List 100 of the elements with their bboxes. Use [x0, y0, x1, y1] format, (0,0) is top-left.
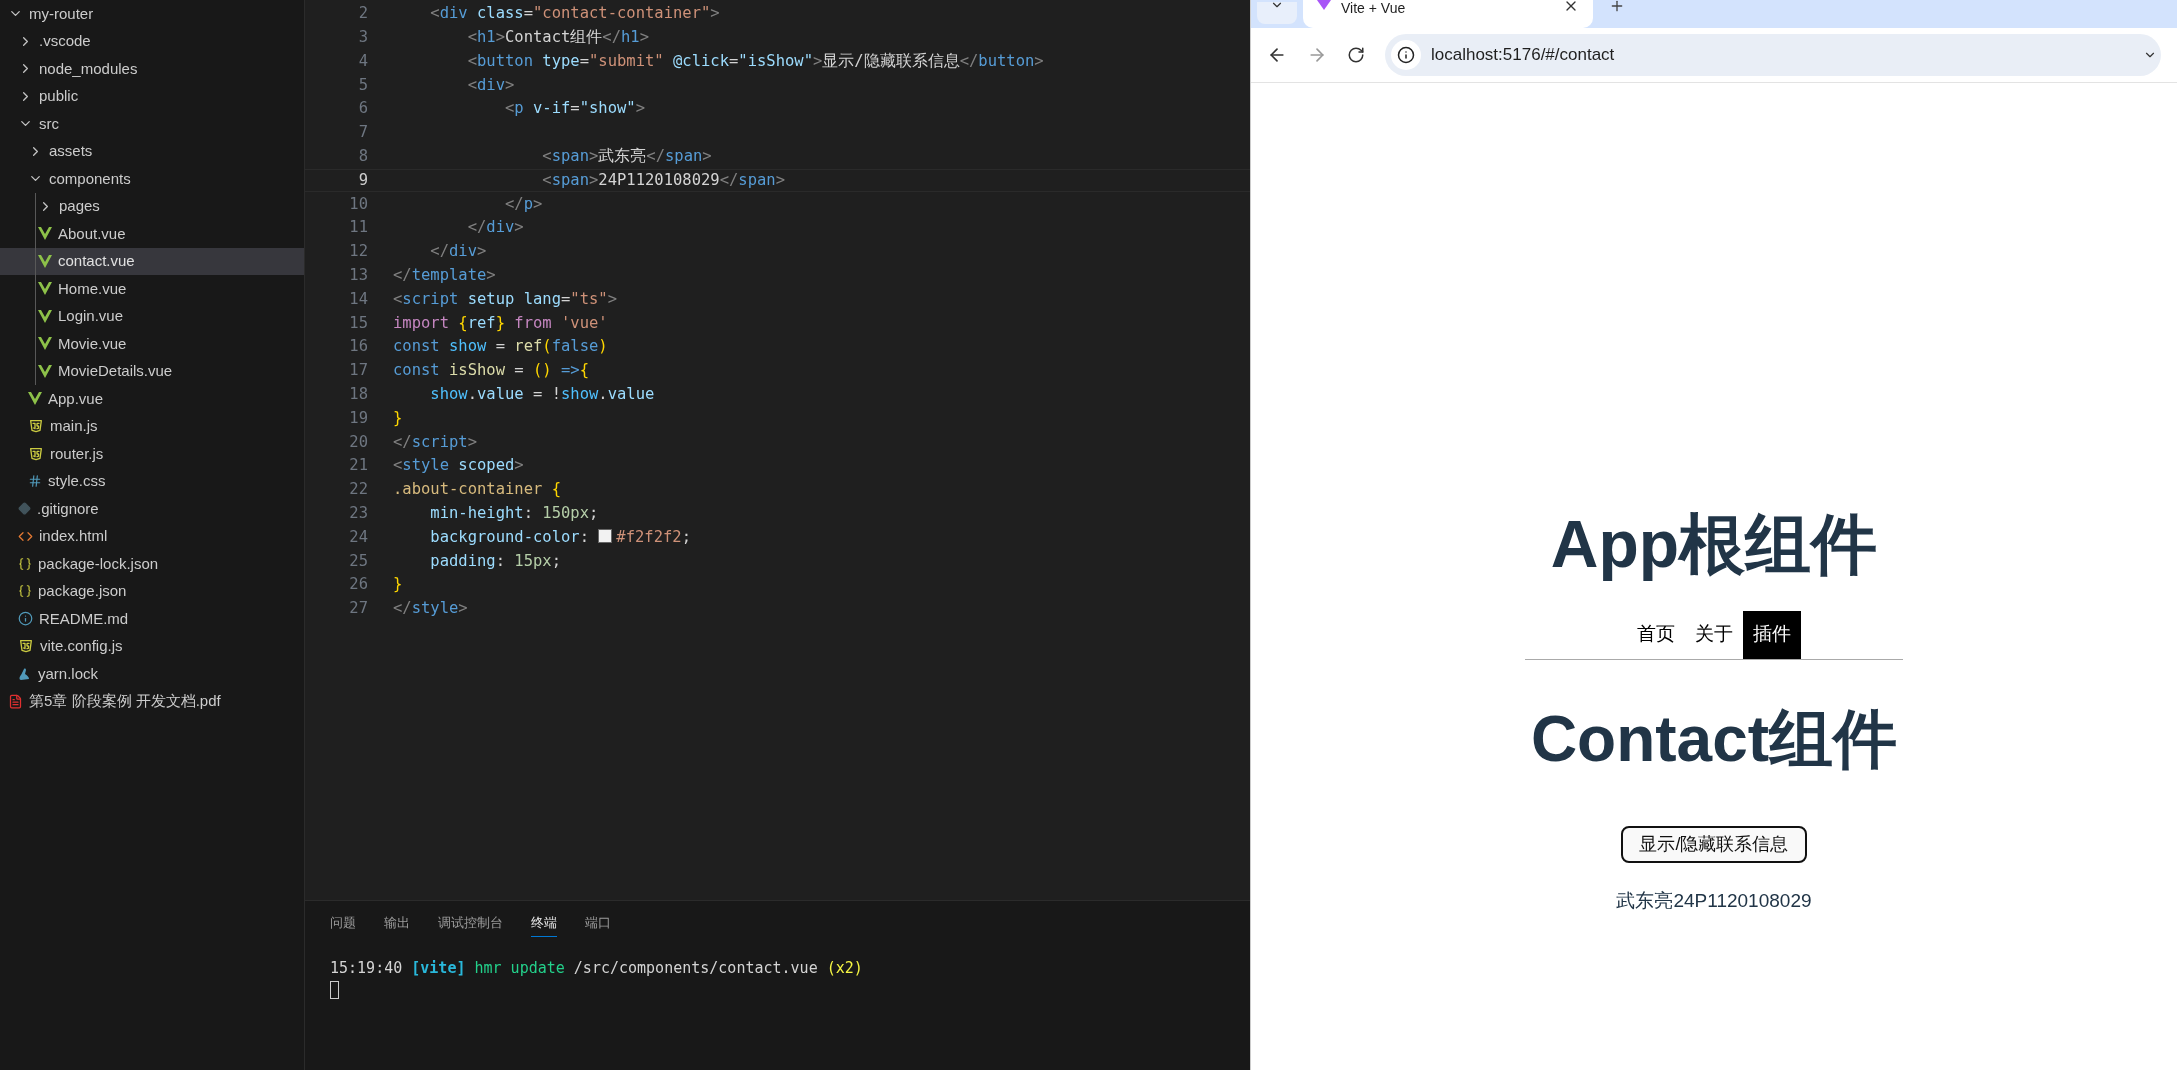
toggle-contact-button[interactable]: 显示/隐藏联系信息 — [1621, 826, 1807, 863]
line-number: 24 — [348, 526, 368, 548]
folder-item[interactable]: public — [0, 82, 304, 110]
line-number: 8 — [357, 146, 368, 168]
file-item[interactable]: router.js — [0, 440, 304, 468]
diamond-file-icon — [18, 502, 31, 516]
code-line: import {ref} from 'vue' — [393, 312, 608, 334]
code-line: <h1>Contact组件</h1> — [466, 27, 650, 49]
file-item[interactable]: contact.vue — [0, 247, 304, 275]
code-line: <div> — [466, 74, 515, 96]
yarn-file-icon — [18, 666, 32, 681]
file-item[interactable]: .gitignore — [0, 495, 304, 523]
vue-file-icon — [38, 309, 52, 323]
reload-icon[interactable] — [1347, 46, 1365, 64]
file-item[interactable]: package-lock.json — [0, 550, 304, 578]
nav-link[interactable]: 插件 — [1743, 610, 1801, 659]
vue-file-icon — [38, 227, 52, 241]
app-title: App根组件 — [1550, 508, 1878, 581]
braces-file-icon — [18, 556, 32, 571]
code-line: <div class="contact-container"> — [429, 3, 720, 25]
line-number: 27 — [348, 598, 368, 620]
line-number: 26 — [348, 574, 368, 596]
code-line: min-height: 150px; — [429, 503, 599, 524]
file-item[interactable]: Home.vue — [0, 275, 304, 303]
folder-item[interactable]: my-router — [0, 0, 304, 28]
javascript-file-icon — [18, 638, 34, 655]
code-line: </div> — [429, 241, 487, 263]
code-line: <span>武东亮</span> — [541, 146, 712, 168]
nav-link[interactable]: 首页 — [1627, 610, 1685, 659]
code-line: show.value = !show.value — [429, 384, 655, 405]
line-number: 7 — [357, 122, 368, 144]
panel-tab[interactable]: 终端 — [531, 908, 557, 938]
javascript-file-icon — [28, 418, 44, 435]
line-number: 25 — [348, 550, 368, 572]
code-line: const show = ref(false) — [393, 336, 608, 358]
line-number: 17 — [348, 360, 368, 382]
code-line: } — [393, 407, 403, 429]
folder-item[interactable]: assets — [0, 137, 304, 165]
line-number: 11 — [348, 217, 368, 239]
panel-tab[interactable]: 问题 — [330, 908, 356, 938]
hash-file-icon — [28, 474, 42, 489]
file-item[interactable]: style.css — [0, 467, 304, 495]
site-info-icon[interactable] — [1391, 40, 1421, 70]
code-line: <p v-if="show"> — [503, 98, 646, 120]
terminal-line: 15:19:40 [vite] hmr update /src/components/contact.vue (x2) — [330, 958, 863, 979]
file-item[interactable]: package.json — [0, 577, 304, 605]
code-line: </div> — [466, 217, 524, 239]
address-bar[interactable]: localhost:5176/#/contact — [1385, 34, 2161, 76]
file-item[interactable]: MovieDetails.vue — [0, 357, 304, 385]
file-item[interactable]: Movie.vue — [0, 330, 304, 358]
code-line: </style> — [393, 598, 468, 620]
vue-file-icon — [38, 282, 52, 296]
file-item[interactable]: vite.config.js — [0, 632, 304, 660]
code-line: <script setup lang="ts"> — [393, 288, 617, 310]
line-number: 13 — [348, 265, 368, 287]
file-item[interactable]: Login.vue — [0, 302, 304, 330]
vue-file-icon — [28, 392, 42, 406]
line-number: 20 — [348, 431, 368, 453]
file-item[interactable]: index.html — [0, 522, 304, 550]
file-item[interactable]: About.vue — [0, 220, 304, 248]
pdf-file-icon — [8, 693, 23, 709]
panel-tab[interactable]: 端口 — [585, 908, 611, 938]
line-number: 16 — [348, 336, 368, 358]
braces-file-icon — [18, 584, 32, 599]
line-number: 18 — [348, 384, 368, 405]
line-number: 23 — [348, 503, 368, 524]
contact-heading: Contact组件 — [1530, 703, 1898, 774]
panel-tab[interactable]: 输出 — [384, 908, 410, 938]
file-item[interactable]: App.vue — [0, 385, 304, 413]
line-number: 12 — [348, 241, 368, 263]
browser-tab[interactable]: Vite + Vue — [1303, 0, 1593, 28]
folder-item[interactable]: .vscode — [0, 27, 304, 55]
file-item[interactable]: main.js — [0, 412, 304, 440]
code-line: } — [393, 574, 403, 596]
line-number: 15 — [348, 312, 368, 334]
code-line: <button type="submit" @click="isShow">显示/隐藏联系信息</button> — [466, 50, 1044, 72]
folder-item[interactable]: node_modules — [0, 55, 304, 83]
vue-file-icon — [38, 254, 52, 268]
code-line: </p> — [503, 193, 543, 215]
file-item[interactable]: 第5章 阶段案例 开发文档.pdf — [0, 687, 304, 715]
code-line: <span>24P1120108029</span> — [541, 169, 785, 191]
code-line: background-color: #f2f2f2; — [429, 526, 691, 548]
terminal-cursor-icon — [330, 981, 339, 999]
vite-logo-icon — [1317, 0, 1331, 10]
line-number: 2 — [357, 3, 368, 25]
info-file-icon — [18, 611, 33, 627]
new-tab-icon[interactable] — [1609, 0, 1625, 14]
file-item[interactable]: README.md — [0, 605, 304, 633]
vue-file-icon — [38, 364, 52, 378]
file-item[interactable]: yarn.lock — [0, 660, 304, 688]
folder-item[interactable]: pages — [0, 192, 304, 220]
folder-item[interactable]: src — [0, 110, 304, 138]
line-number: 21 — [348, 455, 368, 477]
nav-link[interactable]: 关于 — [1685, 610, 1743, 659]
line-number: 6 — [357, 98, 368, 120]
code-line: <style scoped> — [393, 455, 524, 477]
color-swatch-icon — [598, 528, 613, 543]
folder-item[interactable]: components — [0, 165, 304, 193]
panel-tab[interactable]: 调试控制台 — [438, 908, 503, 938]
line-number: 14 — [348, 288, 368, 310]
